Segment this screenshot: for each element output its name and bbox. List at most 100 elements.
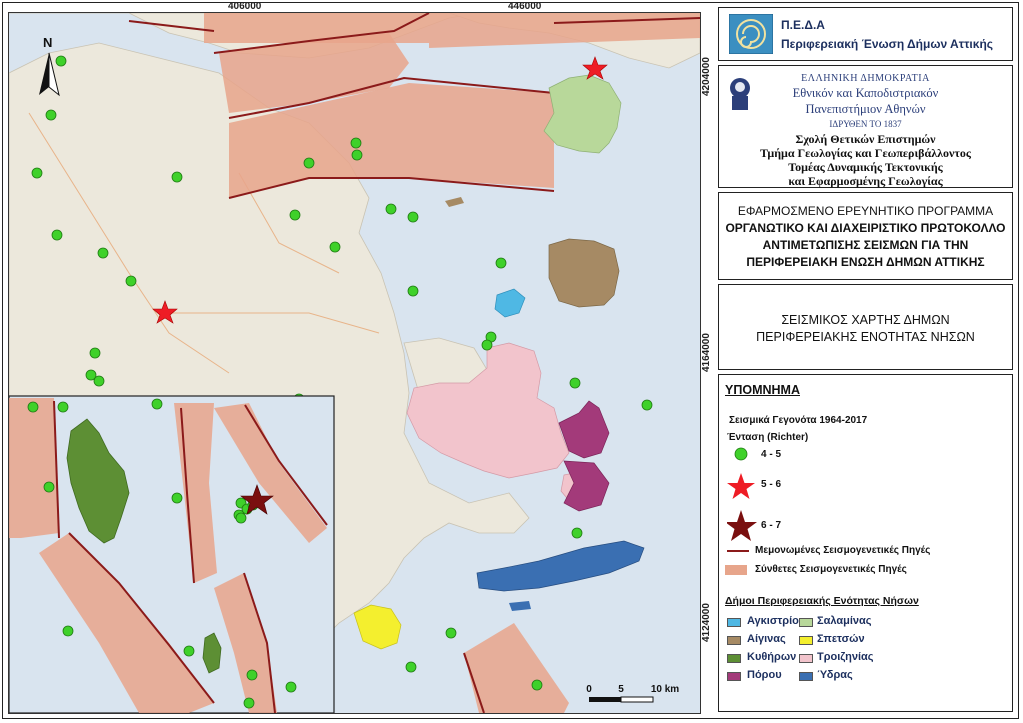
mun-poros: Πόρου (747, 669, 782, 681)
event-4-5[interactable] (246, 669, 258, 681)
event-4-5[interactable] (407, 211, 419, 223)
event-4-5[interactable] (405, 661, 417, 673)
events-heading: Σεισμικά Γεγονότα 1964-2017 (729, 415, 868, 426)
legend-fault-line-swatch (727, 550, 749, 552)
org-name: Περιφερειακή Ένωση Δήμων Αττικής (781, 37, 994, 51)
event-4-5[interactable] (183, 645, 195, 657)
y-tick-label: 4204000 (701, 57, 712, 96)
aegina-island (548, 238, 620, 308)
mag-large-label: 6 - 7 (761, 520, 782, 531)
event-4-5[interactable] (351, 149, 363, 161)
event-4-5[interactable] (285, 681, 297, 693)
event-4-5[interactable] (641, 399, 653, 411)
mun-aegina: Αίγινας (747, 633, 786, 645)
map-title-2: ΠΕΡΙΦΕΡΕΙΑΚΗΣ ΕΝΟΤΗΤΑΣ ΝΗΣΩΝ (756, 330, 975, 344)
main-map[interactable]: N 0 5 10 km (8, 12, 701, 714)
mun-agkistri: Αγκιστρίου (747, 615, 806, 627)
program-line-1: ΕΦΑΡΜΟΣΜΕΝΟ ΕΡΕΥΝΗΤΙΚΟ ΠΡΟΓΡΑΜΜΑ (737, 204, 994, 218)
mun-troizinia: Τροιζηνίας (817, 651, 874, 663)
legend-darkred-star-icon (727, 510, 757, 541)
event-4-5[interactable] (407, 285, 419, 297)
event-4-5[interactable] (495, 257, 507, 269)
swatch-poros (727, 672, 741, 681)
fault-composite-label: Σύνθετες Σεισμογενετικές Πηγές (755, 564, 907, 575)
university-name-2: Πανεπιστήμιον Αθηνών (805, 102, 926, 116)
north-label: N (43, 35, 52, 50)
map-title-block: ΣΕΙΣΜΙΚΟΣ ΧΑΡΤΗΣ ΔΗΜΩΝ ΠΕΡΙΦΕΡΕΙΑΚΗΣ ΕΝΟ… (718, 284, 1013, 370)
program-line-3: ΑΝΤΙΜΕΤΩΠΙΣΗΣ ΣΕΙΣΜΩΝ ΓΙΑ ΤΗΝ (762, 238, 969, 252)
event-4-5[interactable] (350, 137, 362, 149)
event-4-5[interactable] (445, 627, 457, 639)
event-4-5[interactable] (571, 527, 583, 539)
swatch-troizinia (799, 654, 813, 663)
x-tick-label: 446000 (508, 1, 542, 12)
y-tick-label: 4124000 (701, 603, 712, 642)
mun-spetses: Σπετσών (817, 633, 865, 645)
mag-small-label: 4 - 5 (761, 449, 782, 460)
fault-single-label: Μεμονωμένες Σεισμογενετικές Πηγές (755, 545, 931, 556)
swatch-kythira (727, 654, 741, 663)
event-4-5[interactable] (151, 398, 163, 410)
program-line-2: ΟΡΓΑΝΩΤΙΚΟ ΚΑΙ ΔΙΑΧΕΙΡΙΣΤΙΚΟ ΠΡΩΤΟΚΟΛΛΟ (725, 221, 1006, 235)
event-4-5[interactable] (55, 55, 67, 67)
legend-green-circle-icon (734, 447, 748, 461)
event-4-5[interactable] (125, 275, 137, 287)
event-4-5[interactable] (43, 481, 55, 493)
intensity-heading: Ένταση (Richter) (727, 432, 809, 443)
program-block: ΕΦΑΡΜΟΣΜΕΝΟ ΕΡΕΥΝΗΤΙΚΟ ΠΡΟΓΡΑΜΜΑ ΟΡΓΑΝΩΤ… (718, 192, 1013, 280)
program-line-4: ΠΕΡΙΦΕΡΕΙΑΚΗ ΕΝΩΣΗ ΔΗΜΩΝ ΑΤΤΙΚΗΣ (746, 255, 985, 269)
event-4-5[interactable] (171, 171, 183, 183)
university-name-1: Εθνικόν και Καποδιστριακόν (792, 86, 939, 100)
university-block: ΕΛΛΗΝΙΚΗ ΔΗΜΟΚΡΑΤΙΑ Εθνικόν και Καποδιστ… (718, 65, 1013, 188)
event-4-5[interactable] (31, 167, 43, 179)
map-canvas: N 0 5 10 km (9, 13, 700, 713)
municipalities-heading: Δήμοι Περιφερειακής Ενότητας Νήσων (725, 595, 919, 607)
mun-hydra: Ύδρας (817, 669, 853, 681)
event-4-5[interactable] (289, 209, 301, 221)
school-label: Σχολή Θετικών Επιστημών (795, 132, 936, 146)
event-4-5[interactable] (329, 241, 341, 253)
salamina-island (543, 74, 622, 154)
legend-red-star-icon (727, 473, 755, 499)
event-4-5[interactable] (57, 401, 69, 413)
inset-map (9, 395, 335, 713)
x-tick-label: 406000 (228, 1, 262, 12)
event-4-5[interactable] (171, 492, 183, 504)
department-label: Τμήμα Γεωλογίας και Γεωπεριβάλλοντος (760, 146, 971, 160)
swatch-agkistri (727, 618, 741, 627)
sector-label-2: και Εφαρμοσμένης Γεωλογίας (788, 174, 943, 188)
event-4-5[interactable] (385, 203, 397, 215)
republic-label: ΕΛΛΗΝΙΚΗ ΔΗΜΟΚΡΑΤΙΑ (801, 73, 930, 84)
peda-logo (729, 14, 773, 54)
event-4-5[interactable] (51, 229, 63, 241)
swatch-hydra (799, 672, 813, 681)
mag-medium-label: 5 - 6 (761, 479, 782, 490)
y-tick-label: 4164000 (701, 333, 712, 372)
swatch-aegina (727, 636, 741, 645)
event-4-5[interactable] (481, 339, 493, 351)
legend-fault-zone-swatch (725, 565, 747, 575)
swatch-spetses (799, 636, 813, 645)
event-4-5[interactable] (531, 679, 543, 691)
scale-bar (589, 696, 654, 703)
event-4-5[interactable] (97, 247, 109, 259)
map-title-1: ΣΕΙΣΜΙΚΟΣ ΧΑΡΤΗΣ ΔΗΜΩΝ (781, 313, 950, 327)
mun-kythira: Κυθήρων (747, 651, 797, 663)
event-4-5[interactable] (62, 625, 74, 637)
scale-label: 0 (586, 684, 592, 695)
event-4-5[interactable] (243, 697, 255, 709)
org-acronym: Π.Ε.Δ.Α (781, 18, 825, 32)
event-4-5[interactable] (89, 347, 101, 359)
swatch-salamina (799, 618, 813, 627)
event-4-5[interactable] (569, 377, 581, 389)
mun-salamina: Σαλαμίνας (817, 615, 872, 627)
event-4-5[interactable] (303, 157, 315, 169)
scale-label: 10 km (651, 684, 679, 695)
composite-fault-zone (9, 398, 59, 538)
event-4-5[interactable] (45, 109, 57, 121)
event-4-5[interactable] (93, 375, 105, 387)
event-4-5[interactable] (27, 401, 39, 413)
peda-header: Π.Ε.Δ.Α Περιφερειακή Ένωση Δήμων Αττικής (718, 7, 1013, 61)
event-4-5[interactable] (235, 512, 247, 524)
legend-title: ΥΠΟΜΝΗΜΑ (725, 383, 800, 397)
